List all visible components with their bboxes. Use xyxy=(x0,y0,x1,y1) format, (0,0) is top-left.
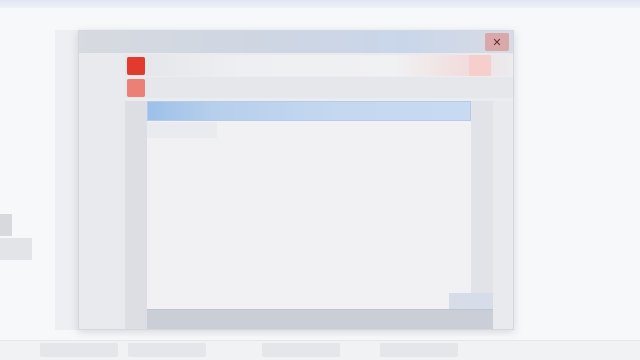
taskbar-button[interactable] xyxy=(40,343,118,357)
taskbar xyxy=(0,340,640,360)
list-item-selected[interactable] xyxy=(147,101,471,121)
app-icon[interactable] xyxy=(125,77,147,98)
status-bar xyxy=(147,309,493,329)
dialog-window: ✕ xyxy=(78,30,514,330)
taskbar-button[interactable] xyxy=(128,343,206,357)
toolbar-row xyxy=(125,77,513,98)
taskbar-button[interactable] xyxy=(262,343,340,357)
app-icon[interactable] xyxy=(125,55,147,76)
background-window-edge xyxy=(55,30,80,330)
background-window-fragment xyxy=(0,214,12,236)
background-window-fragment xyxy=(0,238,32,260)
side-panel xyxy=(125,101,147,329)
close-icon: ✕ xyxy=(492,36,502,49)
screen: ✕ xyxy=(0,0,640,360)
toolbar-row xyxy=(125,55,513,76)
list-item[interactable] xyxy=(147,122,217,138)
close-button[interactable]: ✕ xyxy=(485,33,509,51)
toolbar-button[interactable] xyxy=(469,55,491,76)
taskbar-button[interactable] xyxy=(380,343,458,357)
top-menu-strip xyxy=(0,0,640,8)
toolbar xyxy=(125,55,513,101)
content-pane[interactable] xyxy=(147,101,493,313)
title-bar[interactable]: ✕ xyxy=(79,31,513,53)
